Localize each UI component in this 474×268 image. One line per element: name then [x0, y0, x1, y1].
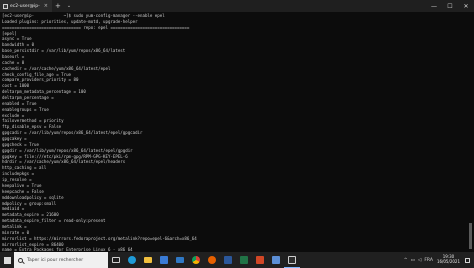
terminal-tab[interactable]: ec2-user@ip- × — [0, 0, 52, 12]
task-view-icon[interactable] — [108, 252, 124, 268]
system-tray: ^ ▭ ◁ FRA 19:30 16/05/2021 — [401, 252, 474, 268]
firefox-icon[interactable] — [204, 252, 220, 268]
powerpoint-icon[interactable] — [252, 252, 268, 268]
minimize-button[interactable]: — — [426, 0, 442, 12]
chrome-icon[interactable] — [188, 252, 204, 268]
new-tab-button[interactable]: + — [52, 2, 64, 10]
notifications-button[interactable] — [463, 252, 471, 268]
photos-icon[interactable] — [268, 252, 284, 268]
terminal-window: ec2-user@ip- × + ⌄ — ☐ ✕ [ec2-user@ip- ~… — [0, 0, 474, 252]
word-icon[interactable] — [220, 252, 236, 268]
terminal-output[interactable]: [ec2-user@ip- ~]$ sudo yum-config-manage… — [2, 13, 464, 251]
scrollbar-thumb[interactable] — [469, 223, 472, 249]
tab-close-icon[interactable]: × — [44, 3, 48, 9]
taskbar-search[interactable]: Taper ici pour rechercher — [14, 252, 108, 268]
excel-icon[interactable] — [236, 252, 252, 268]
clock-date: 16/05/2021 — [436, 259, 460, 264]
network-icon[interactable]: ▭ — [411, 258, 415, 263]
tab-dropdown-button[interactable]: ⌄ — [64, 3, 74, 9]
tab-title: ec2-user@ip- — [10, 3, 40, 9]
terminal-scrollbar[interactable] — [468, 13, 473, 251]
taskbar: Taper ici pour rechercher ^ ▭ ◁ FRA 19:3… — [0, 252, 474, 268]
close-button[interactable]: ✕ — [458, 0, 474, 12]
edge-icon[interactable] — [124, 252, 140, 268]
terminal-taskbar-icon[interactable] — [284, 252, 300, 268]
title-bar: ec2-user@ip- × + ⌄ — ☐ ✕ — [0, 0, 474, 12]
window-controls: — ☐ ✕ — [426, 0, 474, 12]
search-placeholder: Taper ici pour rechercher — [27, 257, 84, 263]
windows-logo-icon — [3, 256, 11, 264]
file-explorer-icon[interactable] — [140, 252, 156, 268]
terminal-icon — [3, 3, 8, 9]
volume-icon[interactable]: ◁ — [418, 258, 421, 263]
clock[interactable]: 19:30 16/05/2021 — [437, 255, 460, 264]
search-icon — [18, 257, 23, 263]
maximize-button[interactable]: ☐ — [442, 0, 458, 12]
store-icon[interactable] — [156, 252, 172, 268]
notification-icon — [464, 257, 470, 263]
start-button[interactable] — [0, 252, 14, 268]
tray-chevron-icon[interactable]: ^ — [404, 258, 408, 263]
mail-icon[interactable] — [172, 252, 188, 268]
output-line: name = Extra Packages for Enterprise Lin… — [2, 247, 133, 251]
language-indicator[interactable]: FRA — [424, 258, 433, 263]
